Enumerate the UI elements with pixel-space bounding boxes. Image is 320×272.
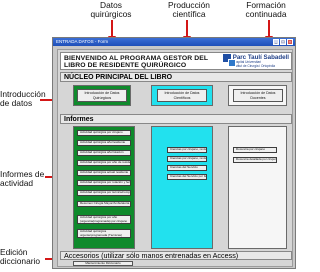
callout-edicion-diccionario: Edición diccionario bbox=[0, 247, 41, 267]
section-informes: Informes bbox=[60, 114, 292, 124]
report-button-q3[interactable]: Actividad quirúrgica año/rotación bbox=[77, 150, 131, 156]
minimize-button[interactable]: _ bbox=[273, 39, 279, 45]
report-button-q5[interactable]: Actividad quirúrgica actual residente bbox=[77, 170, 131, 176]
report-button-q7[interactable]: Actividad quirúrgica por técnica/complej… bbox=[77, 190, 131, 196]
arrow-datos-quirurgicos bbox=[111, 20, 113, 37]
close-button[interactable]: × bbox=[287, 39, 293, 45]
report-button-c4[interactable]: Ciencias del Servicio por fecha bbox=[167, 174, 207, 180]
intro-quirurgicos-button[interactable]: Introducción de Datos Quirúrgicos bbox=[77, 89, 127, 102]
arrow-produccion-cientifica bbox=[186, 20, 188, 37]
report-button-q9[interactable]: Actividad quirúrgica por año (urgencia/p… bbox=[77, 215, 131, 224]
report-button-q4[interactable]: Actividad quirúrgica por año de residenc… bbox=[77, 160, 131, 166]
intro-panel-quirurgicos: Introducción de Datos Quirúrgicos bbox=[73, 85, 131, 106]
report-button-d1[interactable]: Docencia por cirujano bbox=[233, 147, 277, 153]
dictionary-maintenance-button[interactable]: Mantenimiento Diccionario bbox=[73, 261, 133, 266]
logo-mark-icon bbox=[223, 54, 236, 68]
welcome-title: BIENVENIDO AL PROGRAMA GESTOR DEL LIBRO … bbox=[64, 55, 209, 70]
form-header: BIENVENIDO AL PROGRAMA GESTOR DEL LIBRO … bbox=[60, 52, 292, 70]
callout-datos-quirurgicos: Datos quirúrgicos bbox=[90, 0, 132, 20]
window-titlebar: ENTRADA DATOS - Form _ □ × bbox=[53, 38, 295, 46]
report-button-c3[interactable]: Ciencias del Servicio bbox=[167, 165, 207, 171]
report-button-q6[interactable]: Actividad quirúrgica por rotación y fech… bbox=[77, 180, 131, 186]
report-button-q2[interactable]: Actividad quirúrgica año/residente bbox=[77, 140, 131, 146]
section-accesorios: Accesorios (utilizar sólo manos entrenad… bbox=[60, 251, 292, 260]
report-button-d2[interactable]: Docencia detallada por cirujano bbox=[233, 157, 277, 163]
reports-panel-cientificos: Ciencias por cirujano, revistas Ciencias… bbox=[151, 126, 213, 249]
section-nucleo: NÚCLEO PRINCIPAL DEL LIBRO bbox=[60, 72, 292, 82]
intro-cientificos-button[interactable]: Introducción de Datos Científicos bbox=[157, 89, 207, 102]
arrow-formacion-continuada bbox=[268, 20, 270, 37]
window-title: ENTRADA DATOS - Form bbox=[56, 39, 109, 44]
report-button-q8[interactable]: Resumen Cirugía Mayor/Ambulatoria bbox=[77, 201, 131, 207]
intro-panel-docentes: Introducción de Datos Docentes bbox=[228, 85, 287, 106]
report-button-c2[interactable]: Ciencias por cirujano, revistas bbox=[167, 156, 207, 162]
maximize-button[interactable]: □ bbox=[280, 39, 286, 45]
intro-docentes-button[interactable]: Introducción de Datos Docentes bbox=[233, 89, 283, 102]
callout-produccion-cientifica: Producción científica bbox=[168, 0, 210, 20]
callout-informes-actividad: Informes de actividad bbox=[0, 169, 45, 189]
report-button-q1[interactable]: Actividad quirúrgica por cirujano bbox=[77, 130, 131, 136]
logo-sub2: Institut de Cirurgia i Ortopèdia bbox=[232, 63, 276, 68]
report-button-c1[interactable]: Ciencias por cirujano, revistas bbox=[167, 147, 207, 153]
window-controls: _ □ × bbox=[273, 39, 293, 45]
reports-panel-docentes: Docencia por cirujano Docencia detallada… bbox=[228, 126, 287, 249]
callout-formacion-continuada: Formación continuada bbox=[245, 0, 287, 20]
main-form: BIENVENIDO AL PROGRAMA GESTOR DEL LIBRO … bbox=[57, 49, 293, 267]
intro-panel-cientificos: Introducción de Datos Científicos bbox=[151, 85, 213, 106]
annotated-screenshot: Datos quirúrgicos Producción científica Fo… bbox=[0, 0, 300, 272]
reports-panel-quirurgicos: Actividad quirúrgica por cirujano Activi… bbox=[73, 126, 135, 249]
access-window: ENTRADA DATOS - Form _ □ × BIENVENIDO AL… bbox=[52, 37, 296, 269]
hospital-logo: Parc Taulí Sabadell Hospital Universitar… bbox=[223, 54, 289, 69]
report-button-q10[interactable]: Actividad quirúrgica urgente/programada … bbox=[77, 229, 131, 238]
